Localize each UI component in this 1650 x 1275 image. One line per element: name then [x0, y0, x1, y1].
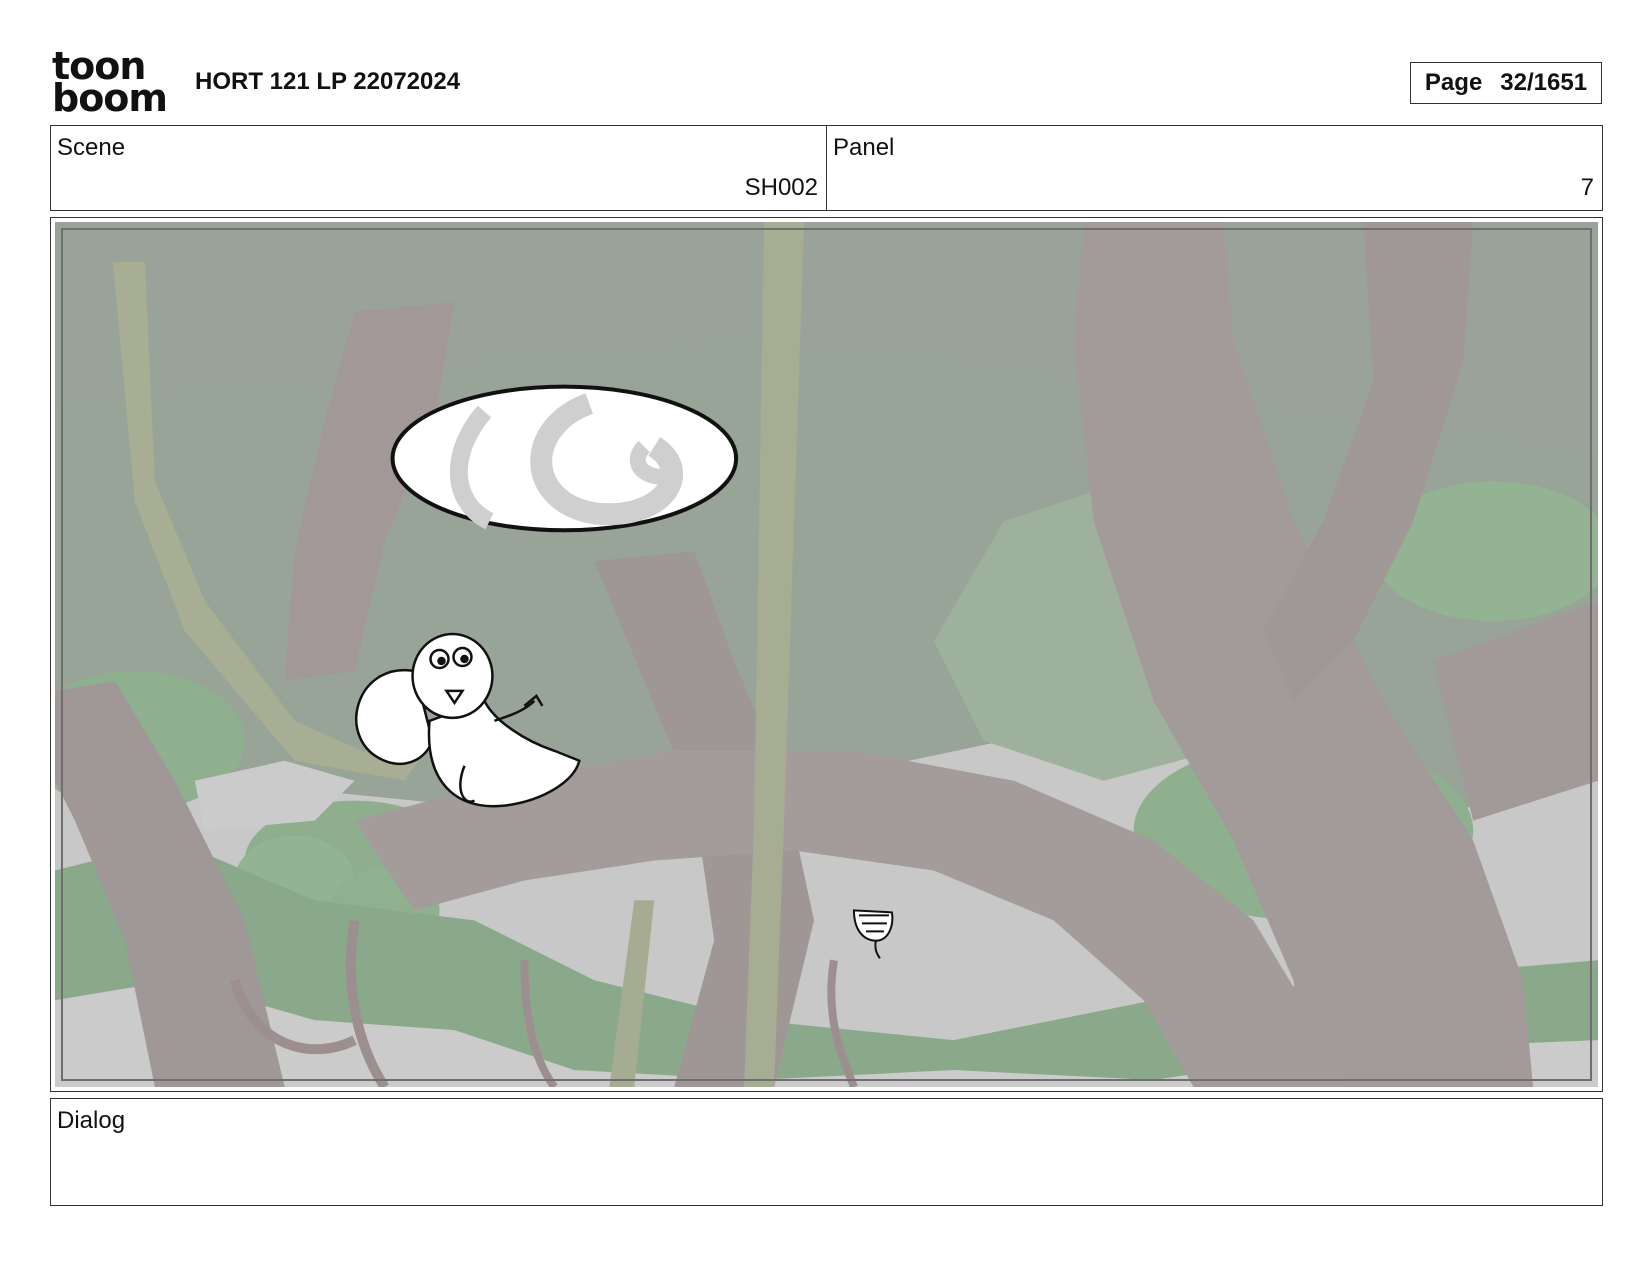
- forest-scene: [55, 222, 1598, 1087]
- document-title: HORT 121 LP 22072024: [195, 68, 461, 95]
- toonboom-logo: toon boom: [52, 47, 172, 120]
- page-value: 32/1651: [1500, 69, 1588, 96]
- logo-line-bottom: boom: [52, 76, 168, 120]
- dialog-label: Dialog: [57, 1107, 126, 1134]
- panel-label: Panel: [833, 134, 895, 161]
- dialog-box: Dialog: [50, 1098, 1603, 1206]
- panel-value: 7: [1580, 174, 1594, 201]
- storyboard-panel-image: [55, 222, 1598, 1087]
- page-indicator: Page 32/1651: [1410, 62, 1602, 104]
- panel-cell: Panel 7: [826, 126, 1602, 210]
- scene-cell: Scene SH002: [51, 126, 826, 210]
- swirl-disc: [390, 384, 739, 533]
- scene-value: SH002: [744, 174, 818, 201]
- storyboard-panel-frame: [50, 217, 1603, 1092]
- page-label: Page: [1424, 69, 1483, 96]
- scene-label: Scene: [57, 134, 126, 161]
- info-row: Scene SH002 Panel 7: [50, 125, 1603, 211]
